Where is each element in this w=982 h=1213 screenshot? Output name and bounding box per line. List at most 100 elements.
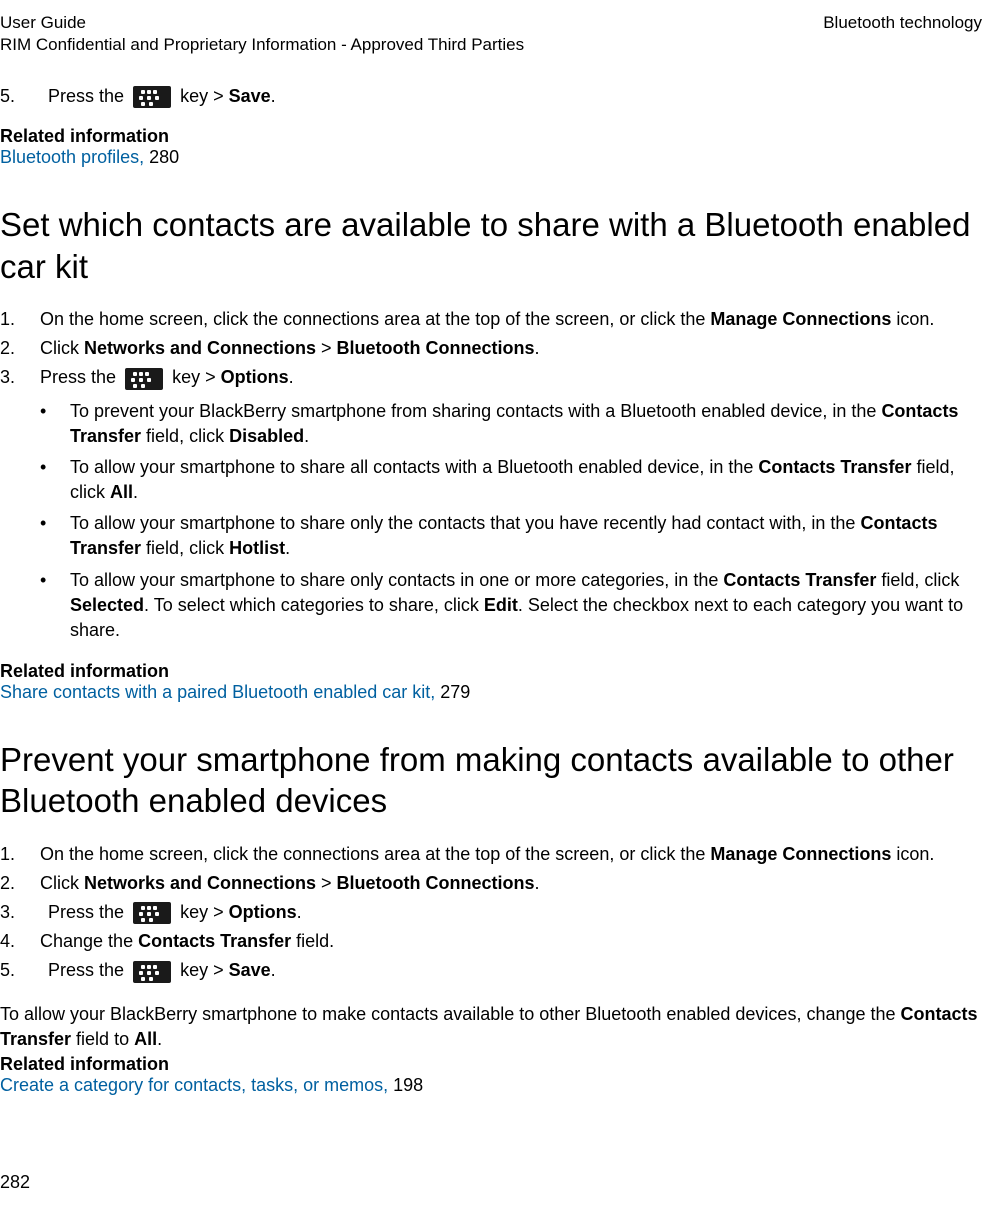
section-title-prevent-contacts: Prevent your smartphone from making cont… xyxy=(0,739,982,822)
text: field, click xyxy=(876,570,959,590)
step-number: 1. xyxy=(0,842,40,867)
text: Click xyxy=(40,338,84,358)
text: > xyxy=(316,873,337,893)
text: key > xyxy=(172,367,221,387)
link-page: 280 xyxy=(149,147,179,167)
link-page: 279 xyxy=(440,682,470,702)
related-heading: Related information xyxy=(0,126,982,147)
text: Press the xyxy=(40,367,121,387)
text: Press the xyxy=(48,902,129,922)
bold: Disabled xyxy=(229,426,304,446)
step-3: 3. Press the key > Options. xyxy=(0,365,982,390)
text: Press the xyxy=(48,960,129,980)
text: Press the xyxy=(48,86,129,106)
paragraph: To allow your BlackBerry smartphone to m… xyxy=(0,1002,982,1052)
steps-list: 1. On the home screen, click the connect… xyxy=(0,842,982,984)
text: To allow your BlackBerry smartphone to m… xyxy=(0,1004,901,1024)
menu-key-icon xyxy=(133,86,171,108)
text: key > xyxy=(180,86,229,106)
text: . xyxy=(157,1029,162,1049)
bold: Save xyxy=(229,86,271,106)
bullet-dot: • xyxy=(40,568,70,644)
bold: Contacts Transfer xyxy=(138,931,291,951)
text: . xyxy=(271,86,276,106)
link-page: 198 xyxy=(393,1075,423,1095)
related-heading: Related information xyxy=(0,1054,982,1075)
step-number: 4. xyxy=(0,929,40,954)
related-heading: Related information xyxy=(0,661,982,682)
menu-key-icon xyxy=(125,368,163,390)
bold: All xyxy=(134,1029,157,1049)
text: To allow your smartphone to share only t… xyxy=(70,513,860,533)
text: icon. xyxy=(891,309,934,329)
related-link[interactable]: Create a category for contacts, tasks, o… xyxy=(0,1075,982,1096)
text: icon. xyxy=(891,844,934,864)
text: field, click xyxy=(141,426,229,446)
bullet-item: • To allow your smartphone to share only… xyxy=(40,568,982,644)
related-link[interactable]: Share contacts with a paired Bluetooth e… xyxy=(0,682,982,703)
bold: Bluetooth Connections xyxy=(337,873,535,893)
step-number: 5. xyxy=(0,86,40,107)
bold: Contacts Transfer xyxy=(758,457,911,477)
content: 5. Press the key > Save. Related informa… xyxy=(0,56,982,1096)
text: On the home screen, click the connection… xyxy=(40,844,710,864)
text: . xyxy=(289,367,294,387)
bullet-text: To allow your smartphone to share only t… xyxy=(70,511,982,561)
bullet-item: • To allow your smartphone to share only… xyxy=(40,511,982,561)
text: Click xyxy=(40,873,84,893)
step-number: 3. xyxy=(0,900,40,925)
bold: Networks and Connections xyxy=(84,873,316,893)
step-number: 5. xyxy=(0,958,40,983)
text: . xyxy=(304,426,309,446)
step-2: 2. Click Networks and Connections > Blue… xyxy=(0,336,982,361)
text: . xyxy=(133,482,138,502)
bullets-list: • To prevent your BlackBerry smartphone … xyxy=(40,399,982,644)
menu-key-icon xyxy=(133,961,171,983)
related-link[interactable]: Bluetooth profiles, 280 xyxy=(0,147,982,168)
bold: All xyxy=(110,482,133,502)
text: . xyxy=(535,873,540,893)
step-body: Change the Contacts Transfer field. xyxy=(40,929,982,954)
bullet-item: • To allow your smartphone to share all … xyxy=(40,455,982,505)
steps-list: 1. On the home screen, click the connect… xyxy=(0,307,982,391)
step-number: 2. xyxy=(0,871,40,896)
bold: Manage Connections xyxy=(710,844,891,864)
text: . xyxy=(297,902,302,922)
text: . xyxy=(535,338,540,358)
step-body: On the home screen, click the connection… xyxy=(40,842,982,867)
step-body: Press the key > Save. xyxy=(40,84,982,108)
bold: Options xyxy=(221,367,289,387)
header-right: Bluetooth technology xyxy=(823,12,982,34)
text: . xyxy=(285,538,290,558)
step-number: 2. xyxy=(0,336,40,361)
step-body: Press the key > Options. xyxy=(40,900,982,925)
text: field to xyxy=(71,1029,134,1049)
step-2: 2. Click Networks and Connections > Blue… xyxy=(0,871,982,896)
link-text: Share contacts with a paired Bluetooth e… xyxy=(0,682,440,702)
text: To allow your smartphone to share all co… xyxy=(70,457,758,477)
bold: Contacts Transfer xyxy=(723,570,876,590)
bullet-item: • To prevent your BlackBerry smartphone … xyxy=(40,399,982,449)
step-body: Press the key > Save. xyxy=(40,958,982,983)
step-5: 5. Press the key > Save. xyxy=(0,958,982,983)
text: To prevent your BlackBerry smartphone fr… xyxy=(70,401,881,421)
step-body: On the home screen, click the connection… xyxy=(40,307,982,332)
step-number: 3. xyxy=(0,365,40,390)
page-header: User Guide RIM Confidential and Propriet… xyxy=(0,12,982,56)
text: key > xyxy=(180,902,229,922)
step-1: 1. On the home screen, click the connect… xyxy=(0,307,982,332)
step-5: 5. Press the key > Save. xyxy=(0,84,982,108)
bullet-text: To prevent your BlackBerry smartphone fr… xyxy=(70,399,982,449)
text: To allow your smartphone to share only c… xyxy=(70,570,723,590)
bold: Options xyxy=(229,902,297,922)
step-body: Click Networks and Connections > Bluetoo… xyxy=(40,871,982,896)
text: field. xyxy=(291,931,334,951)
header-left: User Guide RIM Confidential and Propriet… xyxy=(0,12,524,56)
bullet-dot: • xyxy=(40,399,70,449)
bullet-dot: • xyxy=(40,511,70,561)
bold: Manage Connections xyxy=(710,309,891,329)
bold: Networks and Connections xyxy=(84,338,316,358)
step-3: 3. Press the key > Options. xyxy=(0,900,982,925)
bullet-text: To allow your smartphone to share all co… xyxy=(70,455,982,505)
link-text: Create a category for contacts, tasks, o… xyxy=(0,1075,393,1095)
